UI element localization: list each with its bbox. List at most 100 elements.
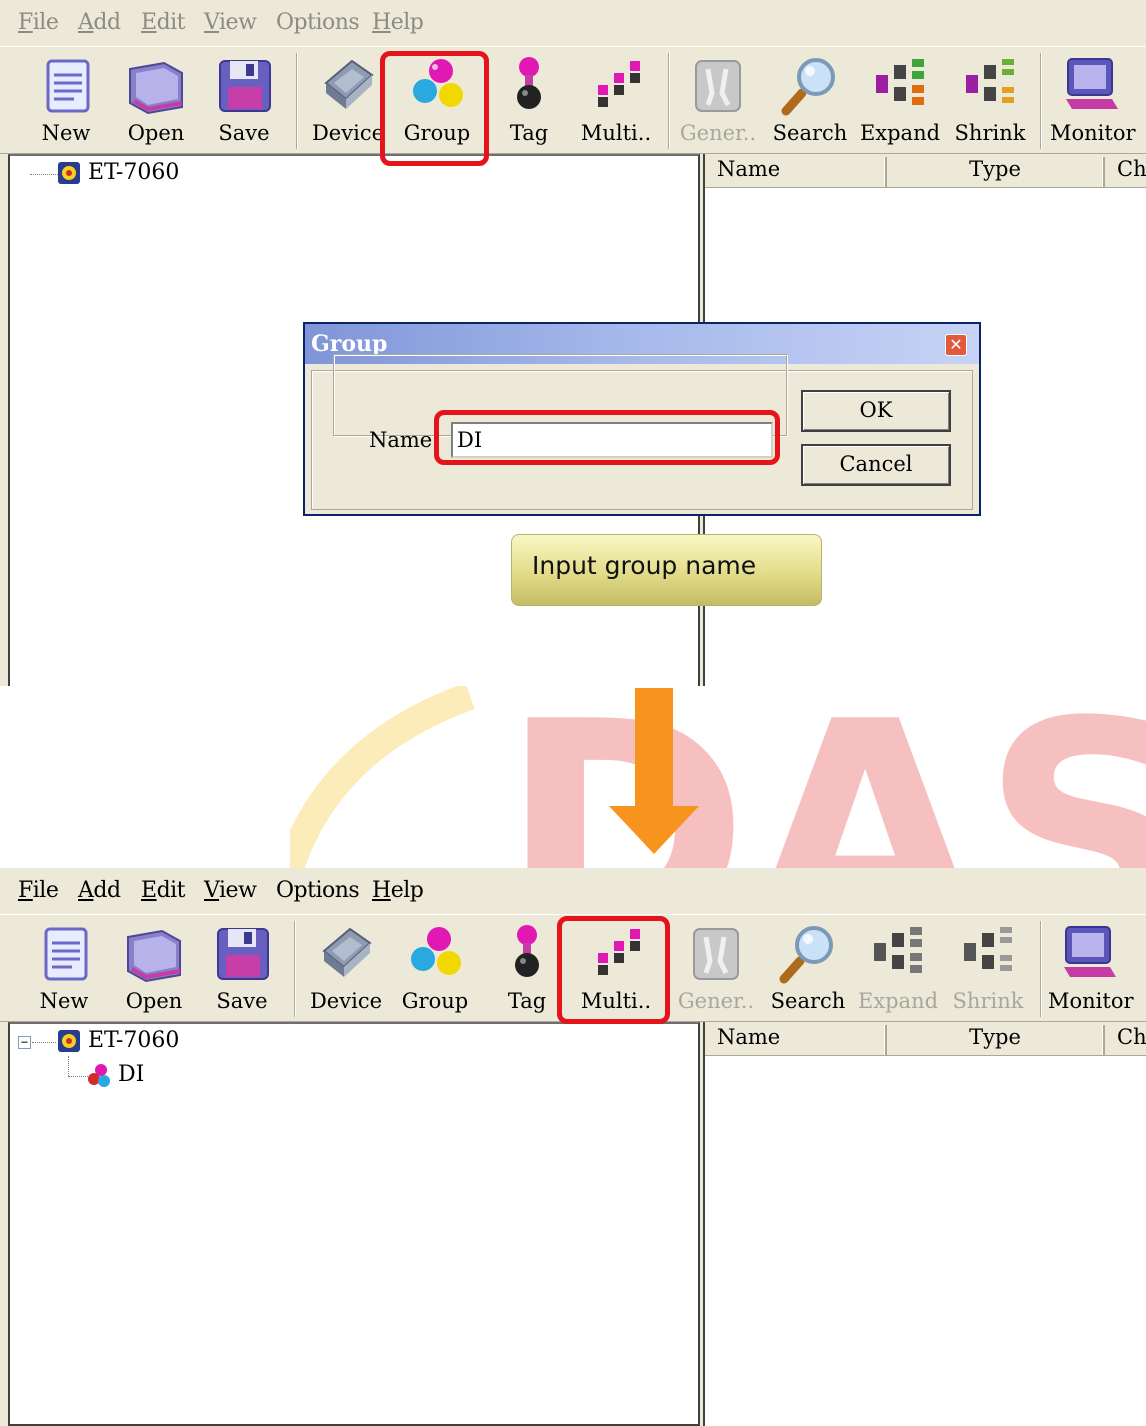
open-folder-icon [129, 61, 183, 115]
tag-button[interactable]: Tag [487, 47, 571, 155]
shrink-label: Shrink [952, 989, 1024, 1013]
generate-label: Gener.. [677, 989, 755, 1013]
expand-button[interactable]: Expand [858, 47, 942, 155]
generate-button[interactable]: Gener.. [676, 47, 760, 155]
group-circles-icon [413, 59, 463, 107]
save-button[interactable]: Save [200, 915, 284, 1023]
open-button[interactable]: Open [114, 47, 198, 155]
shrink-button[interactable]: Shrink [948, 47, 1032, 155]
tree-node-label: ET-7060 [88, 1028, 180, 1053]
menu-file[interactable]: File [18, 10, 59, 35]
cancel-button[interactable]: Cancel [801, 444, 951, 486]
new-document-icon [46, 59, 90, 113]
column-channel[interactable]: Ch [1105, 1025, 1146, 1055]
menu-bar: File Add Edit View Options Help [0, 0, 1146, 46]
tree-line [68, 1076, 88, 1077]
menu-add[interactable]: Add [78, 878, 121, 903]
tree-node-group[interactable]: DI [86, 1062, 144, 1088]
expand-label: Expand [857, 989, 939, 1013]
close-icon[interactable]: ✕ [945, 334, 967, 356]
shrink-button[interactable]: Shrink [946, 915, 1030, 1023]
device-node-icon [58, 162, 80, 184]
column-type[interactable]: Type [887, 1025, 1105, 1055]
multi-button[interactable]: Multi.. [574, 47, 658, 155]
tag-list-panel[interactable]: Name Type Ch [703, 1022, 1146, 1426]
menu-edit[interactable]: Edit [141, 10, 186, 35]
menu-view[interactable]: View [204, 10, 257, 35]
open-folder-icon [127, 929, 181, 983]
new-label: New [39, 989, 89, 1013]
group-circles-icon [411, 927, 461, 975]
save-button[interactable]: Save [202, 47, 286, 155]
tag-icon [515, 925, 539, 977]
column-name[interactable]: Name [705, 157, 887, 187]
monitor-label: Monitor [1050, 121, 1136, 145]
shrink-tree-icon [966, 59, 1014, 103]
multi-button[interactable]: Multi.. [574, 915, 658, 1023]
device-label: Device [309, 989, 383, 1013]
menu-file[interactable]: File [18, 878, 59, 903]
new-button[interactable]: New [24, 47, 108, 155]
device-module-icon [324, 59, 374, 109]
toolbar-separator [668, 53, 670, 149]
list-header: Name Type Ch [705, 1022, 1146, 1056]
column-name[interactable]: Name [705, 1025, 887, 1055]
new-button[interactable]: New [22, 915, 106, 1023]
tree-node-device[interactable]: ET-7060 [56, 1028, 179, 1054]
toolbar-separator [668, 921, 670, 1017]
tree-node-label: ET-7060 [88, 160, 180, 185]
menu-options[interactable]: Options [276, 10, 360, 35]
tree-node-device[interactable]: ET-7060 [56, 160, 179, 186]
multi-tag-icon [598, 61, 640, 107]
expand-button[interactable]: Expand [856, 915, 940, 1023]
device-button[interactable]: Device [304, 915, 388, 1023]
tools-icon [693, 928, 739, 980]
monitor-icon [1064, 926, 1116, 977]
search-button[interactable]: Search [768, 47, 852, 155]
group-button[interactable]: Group [393, 915, 477, 1023]
search-magnifier-icon [781, 58, 835, 116]
toolbar-separator [294, 921, 296, 1017]
search-magnifier-icon [779, 926, 833, 984]
search-label: Search [772, 121, 848, 145]
shrink-tree-icon [964, 927, 1012, 971]
group-label: Group [401, 989, 469, 1013]
open-button[interactable]: Open [112, 915, 196, 1023]
expand-tree-icon [876, 59, 924, 105]
monitor-icon [1066, 58, 1118, 109]
menu-view[interactable]: View [204, 878, 257, 903]
device-button[interactable]: Device [306, 47, 390, 155]
monitor-button[interactable]: Monitor [1048, 915, 1134, 1023]
group-button[interactable]: Group [395, 47, 479, 155]
column-type[interactable]: Type [887, 157, 1105, 187]
tree-node-label: DI [118, 1062, 145, 1087]
expand-tree-icon [874, 927, 922, 973]
shrink-label: Shrink [954, 121, 1026, 145]
menu-add[interactable]: Add [78, 10, 121, 35]
menu-edit[interactable]: Edit [141, 878, 186, 903]
menu-help[interactable]: Help [372, 878, 424, 903]
generate-button[interactable]: Gener.. [674, 915, 758, 1023]
tag-button[interactable]: Tag [485, 915, 569, 1023]
device-node-icon [58, 1030, 80, 1052]
device-tree-panel[interactable]: − ET-7060 DI [8, 1022, 700, 1426]
watermark-text: DAS [500, 686, 1146, 868]
search-button[interactable]: Search [766, 915, 850, 1023]
open-label: Open [125, 989, 183, 1013]
collapse-expander[interactable]: − [18, 1036, 31, 1049]
group-name-input[interactable]: DI [451, 422, 773, 458]
ok-button[interactable]: OK [801, 390, 951, 432]
toolbar: New Open Save Device Group Tag Multi.. G… [0, 914, 1146, 1022]
down-arrow-icon [609, 688, 699, 854]
multi-label: Multi.. [580, 989, 652, 1013]
tag-label: Tag [509, 121, 549, 145]
monitor-button[interactable]: Monitor [1050, 47, 1136, 155]
das-logo-watermark: DAS [290, 686, 1146, 868]
toolbar-separator [1040, 921, 1042, 1017]
menu-options[interactable]: Options [276, 878, 360, 903]
tree-line [32, 1042, 56, 1043]
tree-line [30, 174, 58, 175]
column-channel[interactable]: Ch [1105, 157, 1146, 187]
device-label: Device [311, 121, 385, 145]
menu-help[interactable]: Help [372, 10, 424, 35]
